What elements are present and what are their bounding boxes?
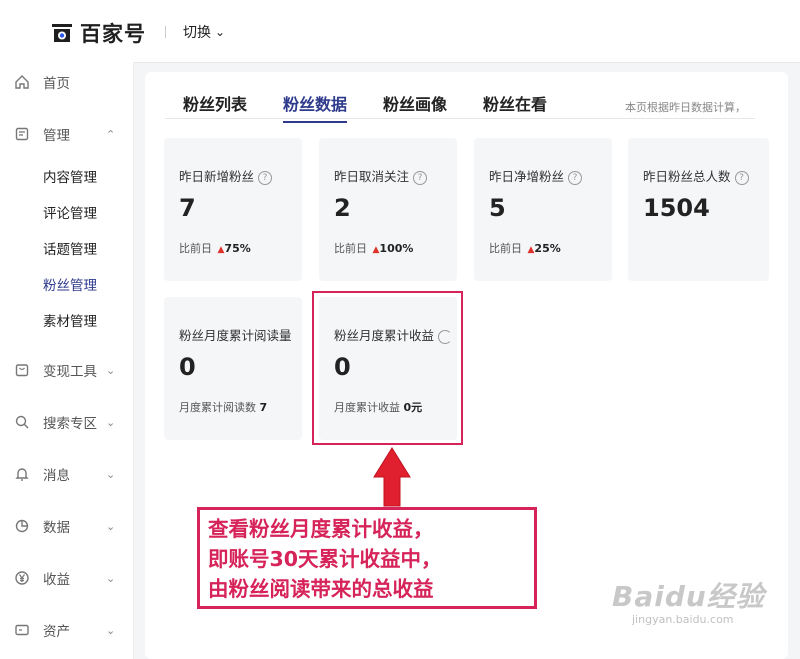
callout-line: 由粉丝阅读带来的总收益 [208,577,434,601]
card-title: 昨日净增粉丝? [489,166,583,185]
sidebar: 首页 管理 ⌃ 内容管理 评论管理 话题管理 粉丝管理 素材管理 变现工具 ⌄ … [0,62,134,659]
watermark: Baidu经验 jingyan.baidu.com [612,575,765,626]
chevron-down-icon: ⌄ [106,467,116,481]
chevron-down-icon: ⌄ [106,415,116,429]
stat-card-unfollow: 昨日取消关注? 2 比前日 ▲100% [319,138,457,281]
card-value: 0 [179,353,196,381]
card-footer: 比前日 ▲100% [334,242,414,255]
sidebar-item-income[interactable]: 收益 ⌄ [0,562,133,594]
bell-icon [15,468,29,481]
card-footer: 月度累计阅读数 7 [179,401,268,414]
callout-line: 查看粉丝月度累计收益， [208,517,434,541]
sidebar-item-search[interactable]: 搜索专区 ⌄ [0,406,133,438]
yuan-icon [15,571,29,585]
chevron-up-icon: ⌃ [106,127,116,141]
chevron-down-icon: ⌄ [215,25,226,39]
header-divider [165,26,166,38]
home-icon [15,75,29,89]
sidebar-item-messages[interactable]: 消息 ⌄ [0,458,133,490]
watermark-logo: Baidu经验 [612,580,765,613]
brand-logo[interactable]: 百家号 [50,18,146,48]
card-footer: 比前日 ▲75% [179,242,251,255]
card-title: 粉丝月度累计阅读量 [179,328,292,343]
pie-chart-icon [15,519,29,533]
sidebar-sub-item-materials[interactable]: 素材管理 [43,310,97,330]
brand-name: 百家号 [80,22,146,46]
data-note: 本页根据昨日数据计算， [625,101,746,114]
stat-card-new-fans: 昨日新增粉丝? 7 比前日 ▲75% [164,138,302,281]
sidebar-item-label: 消息 [43,468,70,484]
sidebar-item-data[interactable]: 数据 ⌄ [0,510,133,542]
switch-account-button[interactable]: 切换 ⌄ [183,22,225,42]
card-value: 5 [489,194,506,222]
top-bar: 百家号 切换 ⌄ [0,0,800,63]
help-icon[interactable]: ? [413,171,428,185]
search-icon [15,415,29,429]
sidebar-sub-item-content[interactable]: 内容管理 [43,166,97,186]
annotation-callout: 查看粉丝月度累计收益， 即账号30天累计收益中， 由粉丝阅读带来的总收益 [197,507,537,609]
help-icon[interactable]: ? [734,171,749,185]
wallet-icon [15,624,29,636]
help-icon[interactable]: ? [568,171,583,185]
card-value: 1504 [643,194,710,222]
document-icon [15,127,29,141]
baijiahao-logo-icon [52,24,72,42]
sidebar-item-label: 管理 [43,128,70,144]
sidebar-item-monetize[interactable]: 变现工具 ⌄ [0,354,133,386]
card-title: 昨日取消关注? [334,166,428,185]
sidebar-item-label: 资产 [43,624,70,640]
chevron-down-icon: ⌄ [106,519,116,533]
stat-card-total-fans: 昨日粉丝总人数? 1504 [628,138,769,281]
sidebar-item-assets[interactable]: 资产 ⌄ [0,614,133,646]
stat-card-monthly-reads: 粉丝月度累计阅读量 0 月度累计阅读数 7 [164,297,302,440]
tab-divider [165,118,755,119]
sidebar-item-label: 收益 [43,572,70,588]
help-icon[interactable]: ? [258,171,273,185]
highlight-box [312,291,463,445]
sidebar-item-manage[interactable]: 管理 ⌃ [0,118,133,150]
chevron-down-icon: ⌄ [106,363,116,377]
shop-icon [15,364,29,377]
card-footer: 比前日 ▲25% [489,242,561,255]
stat-card-net-fans: 昨日净增粉丝? 5 比前日 ▲25% [474,138,612,281]
sidebar-item-label: 数据 [43,520,70,536]
sidebar-item-label: 搜索专区 [43,416,97,432]
sidebar-sub-item-fans[interactable]: 粉丝管理 [43,274,97,294]
up-arrow-icon [373,447,411,507]
chevron-down-icon: ⌄ [106,571,116,585]
sidebar-item-label: 首页 [43,76,70,92]
chevron-down-icon: ⌄ [106,623,116,637]
card-value: 2 [334,194,351,222]
card-value: 7 [179,194,196,222]
callout-line: 即账号30天累计收益中， [208,547,442,571]
sidebar-sub-item-topics[interactable]: 话题管理 [43,238,97,258]
switch-label: 切换 [183,25,211,41]
card-title: 昨日新增粉丝? [179,166,273,185]
sidebar-item-home[interactable]: 首页 [0,66,133,98]
card-title: 昨日粉丝总人数? [643,166,749,185]
sidebar-sub-item-comments[interactable]: 评论管理 [43,202,97,222]
sidebar-item-label: 变现工具 [43,364,97,380]
